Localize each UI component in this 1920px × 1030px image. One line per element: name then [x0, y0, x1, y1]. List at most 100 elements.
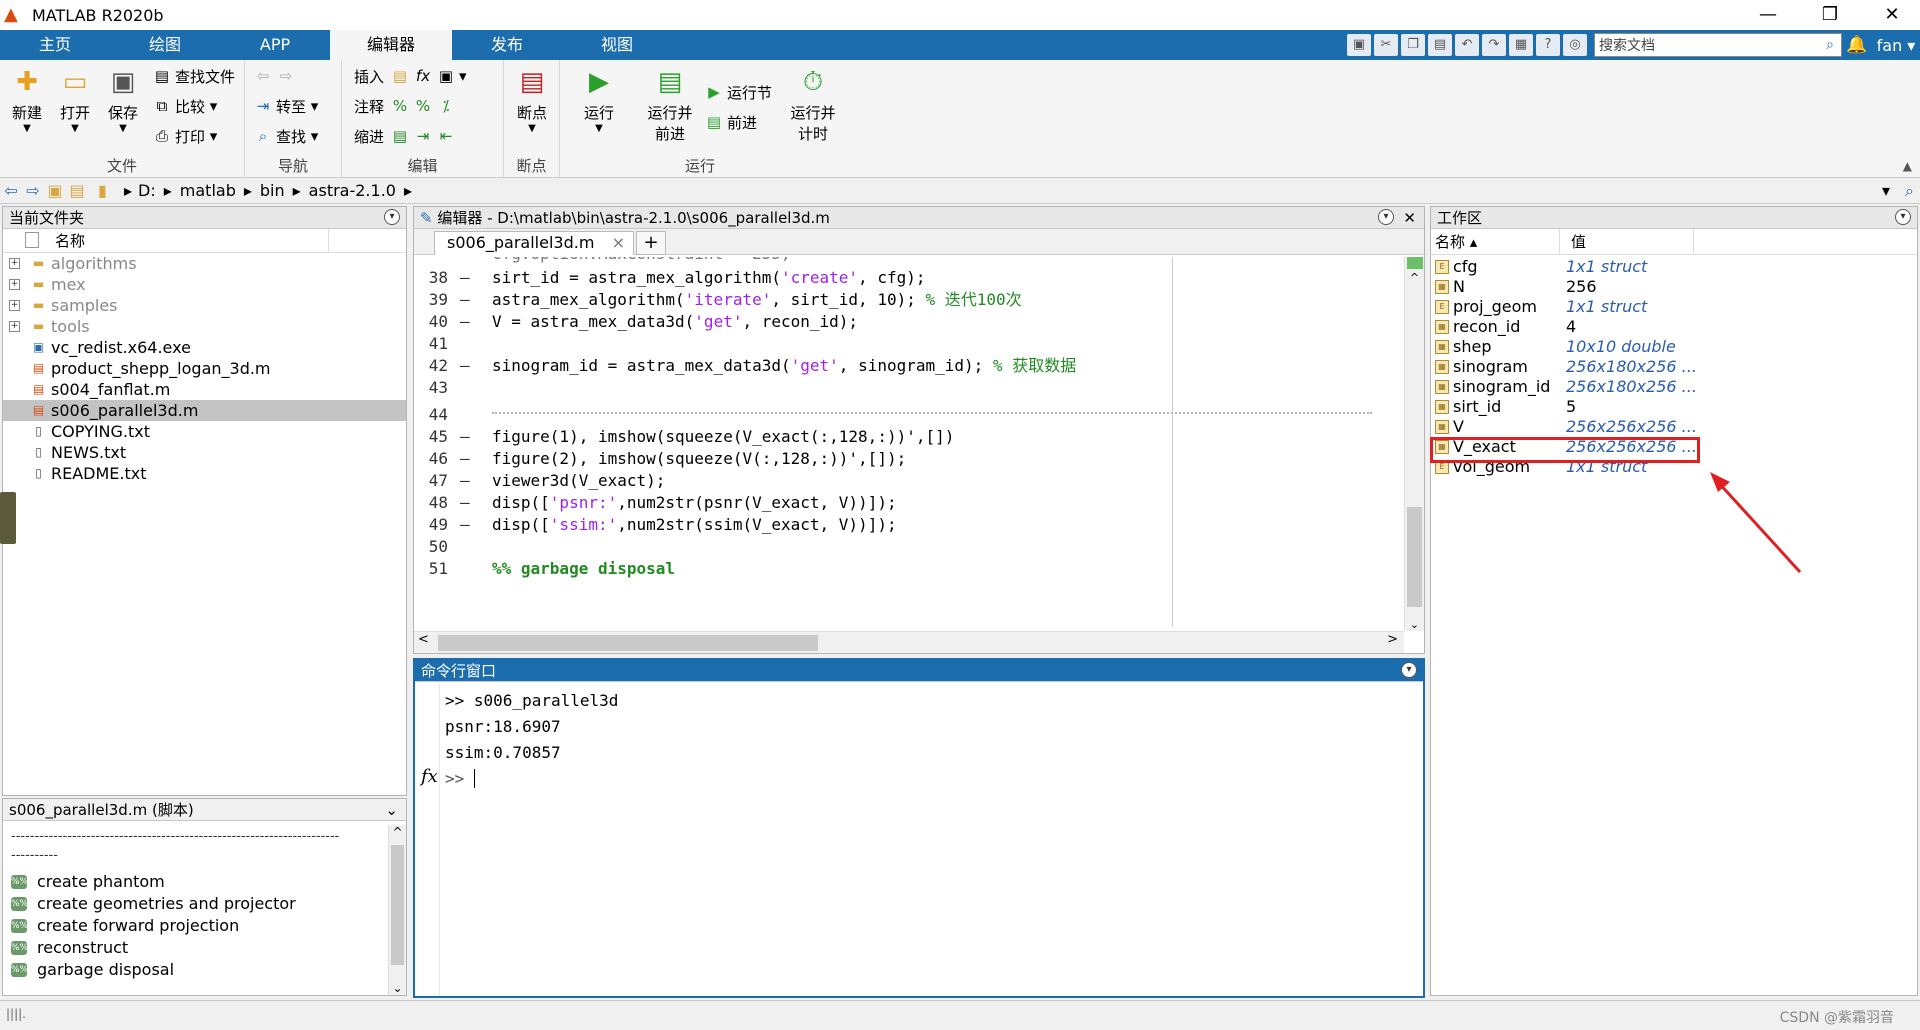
editor-actions-icon[interactable]: ▾: [1378, 209, 1394, 225]
details-collapse-icon[interactable]: ⌄: [385, 799, 398, 821]
workspace-variable-row[interactable]: ▦ V 256x256x256 ...: [1431, 417, 1917, 437]
workspace-variable-row[interactable]: ▦ N 256: [1431, 277, 1917, 297]
file-item[interactable]: ▤ product_shepp_logan_3d.m: [3, 358, 406, 379]
breakpoint-gutter[interactable]: —: [460, 267, 470, 289]
breakpoint-gutter[interactable]: —: [460, 470, 470, 492]
section-item[interactable]: %% create forward projection: [3, 915, 406, 937]
command-actions-icon[interactable]: ▾: [1401, 662, 1417, 678]
file-column-header[interactable]: 名称: [3, 229, 406, 253]
minimize-button[interactable]: —: [1740, 0, 1796, 30]
run-button[interactable]: ▶ 运行 ▼: [576, 66, 622, 134]
file-item[interactable]: ▣ vc_redist.x64.exe: [3, 337, 406, 358]
command-prompt-line[interactable]: >>: [445, 766, 618, 792]
community-icon[interactable]: ◎: [1563, 34, 1587, 56]
command-output[interactable]: >> s006_parallel3d psnr:18.6907 ssim:0.7…: [445, 688, 618, 792]
section-item[interactable]: %% reconstruct: [3, 937, 406, 959]
details-scrollbar[interactable]: ^ ⌄: [388, 825, 406, 995]
side-dock-handle[interactable]: [0, 492, 16, 544]
forward-icon[interactable]: ⇨: [22, 181, 44, 200]
breakpoint-gutter[interactable]: —: [460, 311, 470, 333]
copy-icon[interactable]: ❐: [1401, 34, 1425, 56]
close-button[interactable]: ✕: [1864, 0, 1920, 30]
folder-item[interactable]: + ▬ mex: [3, 274, 406, 295]
breakpoint-gutter[interactable]: —: [460, 514, 470, 536]
breakpoint-gutter[interactable]: —: [460, 448, 470, 470]
line-number[interactable]: 38: [418, 267, 448, 289]
editor-file-tab[interactable]: s006_parallel3d.m ×: [434, 231, 634, 255]
address-search-icon[interactable]: ⌕: [1905, 181, 1914, 201]
run-and-time-button[interactable]: ⏱ 运行并 计时: [788, 66, 838, 144]
tab-plots[interactable]: 绘图: [110, 30, 220, 60]
path-part[interactable]: D:: [138, 181, 156, 200]
save-button[interactable]: ▣ 保存 ▼: [100, 66, 146, 134]
print-button[interactable]: ⎙ 打印 ▾: [152, 124, 217, 148]
file-item[interactable]: ▤ s006_parallel3d.m: [3, 400, 406, 421]
line-number[interactable]: 43: [418, 377, 448, 399]
breakpoint-gutter[interactable]: —: [460, 426, 470, 448]
line-number[interactable]: 51: [418, 558, 448, 580]
switch-windows-icon[interactable]: ▦: [1509, 34, 1533, 56]
workspace-variable-row[interactable]: Eproj_geom 1x1 struct: [1431, 297, 1917, 317]
insert-button[interactable]: 插入 ▤ fx ▣ ▾: [354, 64, 467, 88]
line-number[interactable]: 46: [418, 448, 448, 470]
breakpoint-gutter[interactable]: —: [460, 289, 470, 311]
file-item[interactable]: ▤ s004_fanflat.m: [3, 379, 406, 400]
compare-button[interactable]: ⧉ 比较 ▾: [152, 94, 218, 118]
run-section-button[interactable]: ▶ 运行节: [704, 80, 772, 104]
line-number[interactable]: 45: [418, 426, 448, 448]
breakpoint-gutter[interactable]: —: [460, 492, 470, 514]
notification-bell-icon[interactable]: 🔔: [1842, 35, 1872, 55]
indent-button[interactable]: 缩进 ▤ ⇥ ⇤: [354, 124, 459, 148]
workspace-variable-row[interactable]: ▦ sinogram_id 256x180x256 ...: [1431, 377, 1917, 397]
line-number[interactable]: 49: [418, 514, 448, 536]
expand-icon[interactable]: +: [9, 279, 20, 290]
tab-home[interactable]: 主页: [0, 30, 110, 60]
advance-button[interactable]: ▤ 前进: [704, 110, 757, 134]
workspace-variable-row[interactable]: ▦ shep 10x10 double: [1431, 337, 1917, 357]
expand-icon[interactable]: +: [9, 258, 20, 269]
run-and-advance-button[interactable]: ▤ 运行并 前进: [642, 66, 698, 144]
tab-editor[interactable]: 编辑器: [330, 30, 452, 60]
cut-icon[interactable]: ✂: [1374, 34, 1398, 56]
save-icon[interactable]: ▣: [1347, 34, 1371, 56]
line-number[interactable]: 39: [418, 289, 448, 311]
restore-button[interactable]: ❐: [1802, 0, 1858, 30]
tab-apps[interactable]: APP: [220, 30, 330, 60]
workspace-variable-row[interactable]: ▦ recon_id 4: [1431, 317, 1917, 337]
back-forward-buttons[interactable]: ⇦ ⇨: [253, 64, 299, 88]
section-item[interactable]: %% garbage disposal: [3, 959, 406, 981]
tab-view[interactable]: 视图: [562, 30, 672, 60]
line-number[interactable]: 42: [418, 355, 448, 377]
panel-actions-icon[interactable]: ▾: [384, 209, 400, 225]
expand-icon[interactable]: +: [9, 321, 20, 332]
back-icon[interactable]: ⇦: [0, 181, 22, 200]
tab-close-icon[interactable]: ×: [612, 232, 625, 254]
find-button[interactable]: ⌕ 查找 ▾: [253, 124, 319, 148]
section-item[interactable]: %% create geometries and projector: [3, 893, 406, 915]
breakpoint-gutter[interactable]: —: [460, 355, 470, 377]
search-input[interactable]: 搜索文档 ⌕: [1594, 33, 1842, 57]
code-analyzer-indicator[interactable]: [1407, 257, 1423, 269]
open-button[interactable]: ▭ 打开 ▼: [52, 66, 98, 134]
file-item[interactable]: ▯ README.txt: [3, 463, 406, 484]
file-item[interactable]: ▯ COPYING.txt: [3, 421, 406, 442]
details-header[interactable]: s006_parallel3d.m (脚本) ⌄: [3, 799, 406, 821]
browse-folder-icon[interactable]: ▤: [66, 181, 88, 200]
line-number[interactable]: 44: [418, 404, 448, 426]
breakpoints-button[interactable]: ▤ 断点 ▼: [509, 66, 555, 134]
line-number[interactable]: 50: [418, 536, 448, 558]
workspace-variable-row[interactable]: Ecfg 1x1 struct: [1431, 257, 1917, 277]
paste-icon[interactable]: ▤: [1428, 34, 1452, 56]
line-number[interactable]: 40: [418, 311, 448, 333]
help-icon[interactable]: ?: [1536, 34, 1560, 56]
path-part[interactable]: astra-2.1.0: [309, 181, 396, 200]
goto-button[interactable]: ⇥ 转至 ▾: [253, 94, 319, 118]
folder-item[interactable]: + ▬ tools: [3, 316, 406, 337]
line-number[interactable]: 48: [418, 492, 448, 514]
line-number[interactable]: 47: [418, 470, 448, 492]
workspace-actions-icon[interactable]: ▾: [1895, 209, 1911, 225]
redo-icon[interactable]: ↷: [1482, 34, 1506, 56]
folder-item[interactable]: + ▬ samples: [3, 295, 406, 316]
new-tab-icon[interactable]: +: [636, 231, 666, 255]
line-number[interactable]: 41: [418, 333, 448, 355]
